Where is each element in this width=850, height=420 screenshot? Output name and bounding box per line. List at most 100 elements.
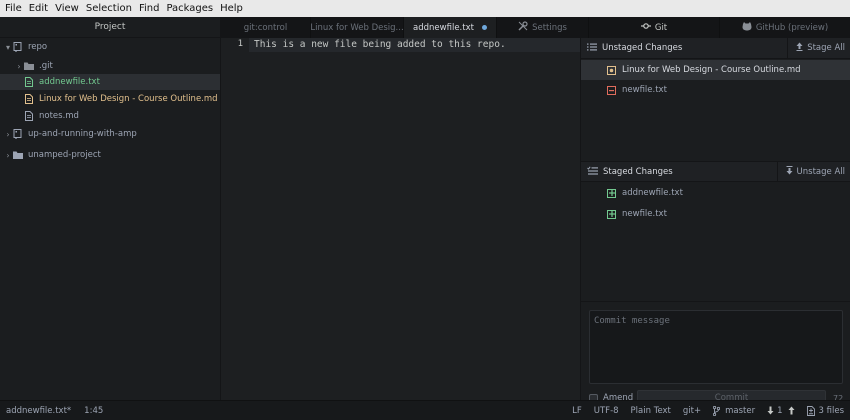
section-divider — [581, 301, 850, 302]
commit-message-input[interactable]: Commit message — [589, 310, 843, 384]
pull-count: 1 — [777, 405, 783, 416]
file-name: newfile.txt — [622, 209, 667, 219]
status-grammar[interactable]: Plain Text — [631, 406, 671, 416]
tree-item-label: repo — [28, 42, 48, 52]
tree-item-label: addnewfile.txt — [39, 77, 100, 87]
staged-changes-title: Staged Changes — [587, 165, 673, 178]
tree-view-header[interactable]: Project — [0, 17, 220, 38]
tree-item-label: .git — [39, 61, 53, 71]
files-count: 3 files — [818, 405, 844, 416]
repo-icon — [12, 42, 23, 52]
folder-icon — [23, 61, 34, 71]
status-bar: addnewfile.txt* 1:45 LF UTF-8 Plain Text… — [0, 400, 850, 420]
menu-bar: File Edit View Selection Find Packages H… — [0, 0, 850, 17]
menu-packages[interactable]: Packages — [163, 3, 216, 14]
file-added-icon — [607, 188, 616, 198]
arrow-up-icon — [796, 42, 803, 54]
unstage-all-label: Unstage All — [796, 167, 845, 177]
line-number-gutter: 1 — [221, 38, 249, 400]
menu-selection[interactable]: Selection — [83, 3, 135, 14]
tree-item-notes[interactable]: notes.md — [0, 108, 220, 124]
tree-item-course-outline[interactable]: Linux for Web Design - Course Outline.md — [0, 91, 220, 107]
repo-icon — [12, 129, 23, 139]
branch-name: master — [725, 405, 756, 416]
menu-edit[interactable]: Edit — [26, 3, 51, 14]
status-git-plus[interactable]: git+ — [683, 406, 701, 416]
arrow-down-icon — [786, 166, 793, 178]
section-title-text: Unstaged Changes — [602, 43, 683, 53]
stage-all-label: Stage All — [807, 43, 845, 53]
staged-file-row[interactable]: newfile.txt — [581, 204, 850, 224]
status-branch[interactable]: master — [713, 405, 756, 416]
file-added-icon — [607, 209, 616, 219]
list-unordered-icon — [587, 43, 597, 54]
tab-settings[interactable]: Settings — [497, 17, 589, 38]
text-editor[interactable]: 1 This is a new file being added to this… — [221, 38, 580, 400]
tab-label: Git — [654, 22, 668, 33]
chevron-down-icon[interactable]: ▾ — [4, 43, 12, 52]
status-encoding[interactable]: UTF-8 — [594, 406, 619, 416]
folder-icon — [12, 150, 23, 160]
file-text-icon — [23, 77, 34, 87]
stage-all-button[interactable]: Stage All — [787, 38, 850, 58]
chevron-right-icon[interactable]: › — [15, 62, 23, 71]
menu-view[interactable]: View — [52, 3, 82, 14]
unstage-all-button[interactable]: Unstage All — [776, 162, 850, 182]
git-commit-icon — [640, 22, 651, 33]
file-name: newfile.txt — [622, 85, 667, 95]
tab-git[interactable]: Git — [589, 17, 720, 38]
line-number: 1 — [237, 39, 243, 49]
tasklist-icon — [587, 165, 598, 178]
tab-course-outline[interactable]: Linux for Web Desig... — [311, 17, 404, 38]
tab-label: GitHub (preview) — [755, 22, 829, 33]
markdown-file-icon — [23, 94, 34, 104]
file-name: Linux for Web Design - Course Outline.md — [622, 65, 801, 75]
tab-github-preview[interactable]: GitHub (preview) — [720, 17, 850, 38]
tree-item-label: up-and-running-with-amp — [28, 129, 137, 139]
octoface-icon — [742, 21, 752, 34]
tree-item-addnewfile[interactable]: addnewfile.txt — [0, 74, 220, 90]
markdown-file-icon — [23, 111, 34, 121]
status-line-ending[interactable]: LF — [572, 406, 582, 416]
staged-changes-header: Staged Changes Unstage All — [581, 161, 850, 182]
file-deleted-icon — [607, 85, 616, 95]
menu-find[interactable]: Find — [136, 3, 163, 14]
tab-label: Settings — [532, 22, 567, 33]
tab-bar: git:control Linux for Web Desig... addne… — [221, 17, 850, 38]
tab-label: Linux for Web Desig... — [311, 22, 404, 33]
menu-help[interactable]: Help — [217, 3, 246, 14]
tree-item-up-and-running[interactable]: › up-and-running-with-amp — [0, 126, 220, 142]
status-file-name[interactable]: addnewfile.txt* — [6, 406, 71, 416]
menu-file[interactable]: File — [2, 3, 25, 14]
git-branch-icon — [713, 405, 721, 416]
section-title-text: Staged Changes — [603, 166, 673, 177]
modified-indicator-icon[interactable] — [481, 25, 487, 30]
tree-item-label: Linux for Web Design - Course Outline.md — [39, 94, 218, 104]
status-changed-files[interactable]: 3 files — [806, 405, 844, 416]
unstaged-file-row[interactable]: Linux for Web Design - Course Outline.md — [581, 60, 850, 80]
tab-label: git:control — [243, 22, 288, 33]
status-fetch[interactable]: 1 — [767, 405, 795, 416]
file-diff-icon — [806, 405, 815, 416]
file-name: addnewfile.txt — [622, 188, 683, 198]
staged-file-row[interactable]: addnewfile.txt — [581, 183, 850, 203]
tree-item-git-folder[interactable]: › .git — [0, 58, 220, 74]
tab-addnewfile[interactable]: addnewfile.txt — [404, 17, 497, 38]
unstaged-file-row[interactable]: newfile.txt — [581, 80, 850, 100]
arrow-up-icon — [788, 406, 795, 415]
git-panel: Unstaged Changes Stage All Linux for Web… — [580, 38, 850, 405]
arrow-down-icon — [767, 406, 774, 415]
tree-item-label: unamped-project — [28, 150, 101, 160]
tree-view: Project ▾ repo › .git addnewfile.txt Lin… — [0, 17, 221, 400]
tree-item-unamped-project[interactable]: › unamped-project — [0, 147, 220, 163]
unstaged-changes-title: Unstaged Changes — [587, 43, 682, 54]
tree-item-label: notes.md — [39, 111, 79, 121]
tab-git-control[interactable]: git:control — [221, 17, 311, 38]
tree-item-repo[interactable]: ▾ repo — [0, 39, 220, 55]
file-modified-icon — [607, 65, 616, 75]
workspace: Project ▾ repo › .git addnewfile.txt Lin… — [0, 17, 850, 405]
chevron-right-icon[interactable]: › — [4, 130, 12, 139]
status-cursor-position[interactable]: 1:45 — [84, 406, 103, 416]
code-line[interactable]: This is a new file being added to this r… — [254, 39, 506, 50]
chevron-right-icon[interactable]: › — [4, 151, 12, 160]
